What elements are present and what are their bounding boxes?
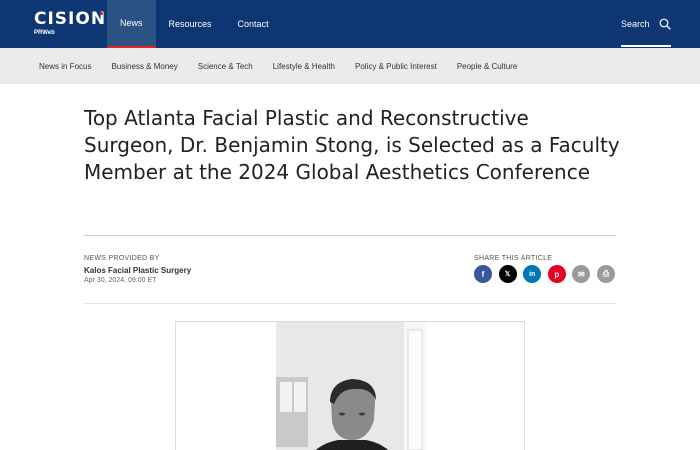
print-icon[interactable]: ⎙ (596, 265, 615, 283)
category-policy-public-interest[interactable]: Policy & Public Interest (355, 62, 437, 71)
logo-dot (100, 12, 103, 15)
category-people-culture[interactable]: People & Culture (457, 62, 517, 71)
share-label: SHARE THIS ARTICLE (474, 255, 553, 262)
logo-sub-text: PRWeb (34, 30, 55, 36)
cision-logo[interactable]: CISION PRWeb (34, 9, 107, 38)
linkedin-icon[interactable]: in (523, 265, 542, 283)
article-image-frame (175, 321, 525, 450)
article-date: Apr 30, 2024, 09:00 ET (84, 277, 157, 284)
top-header: CISION PRWeb News Resources Contact Sear… (0, 0, 700, 48)
category-list: News in Focus Business & Money Science &… (39, 48, 537, 84)
main-nav: News Resources Contact (107, 0, 282, 48)
nav-item-news[interactable]: News (107, 0, 156, 48)
category-lifestyle-health[interactable]: Lifestyle & Health (273, 62, 335, 71)
search-icon (659, 18, 671, 30)
nav-item-contact[interactable]: Contact (225, 0, 282, 48)
provider-link[interactable]: Kalos Facial Plastic Surgery (84, 266, 191, 275)
search-button[interactable]: Search (621, 16, 671, 32)
nav-item-resources[interactable]: Resources (156, 0, 225, 48)
x-icon[interactable]: 𝕏 (498, 265, 517, 283)
category-bar: News in Focus Business & Money Science &… (0, 48, 700, 84)
article-photo[interactable] (276, 322, 426, 450)
logo-main-text: CISION (34, 9, 107, 29)
category-business-money[interactable]: Business & Money (111, 62, 177, 71)
article-headline: Top Atlanta Facial Plastic and Reconstru… (84, 106, 620, 184)
category-science-tech[interactable]: Science & Tech (198, 62, 253, 71)
search-underline (621, 45, 671, 47)
pinterest-icon[interactable]: p (547, 265, 566, 283)
email-icon[interactable]: ✉ (572, 265, 591, 283)
divider (84, 303, 616, 304)
divider (84, 235, 616, 236)
share-buttons: f 𝕏 in p ✉ ⎙ (474, 265, 615, 283)
category-news-in-focus[interactable]: News in Focus (39, 62, 91, 71)
news-provided-label: NEWS PROVIDED BY (84, 255, 160, 262)
search-label: Search (621, 19, 650, 29)
facebook-icon[interactable]: f (474, 265, 492, 283)
